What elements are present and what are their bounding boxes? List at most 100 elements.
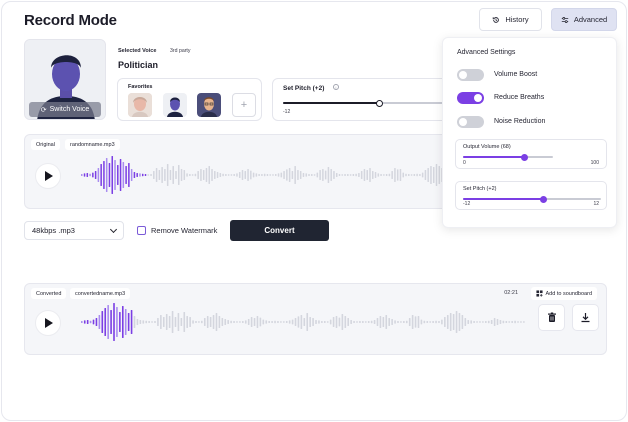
converted-waveform[interactable] [81,302,526,342]
waveform-bar [116,307,118,337]
waveform-bar [374,172,377,178]
waveform-bar [216,172,219,178]
waveform-bar [297,316,300,328]
waveform-bar [379,316,382,328]
waveform-bar [100,164,102,186]
waveform-bar [230,320,232,324]
add-favorite-button[interactable]: + [232,93,256,117]
waveform-bar [291,319,294,325]
advanced-pitch-min: -12 [463,201,471,207]
waveform-bar [405,173,407,177]
favorite-avatar-1[interactable] [128,93,152,117]
waveform-bar [385,174,388,176]
waveform-bar [359,321,361,323]
waveform-bar [119,312,121,332]
waveform-bar [429,321,431,323]
waveform-bar [435,164,438,186]
output-volume-handle[interactable] [520,153,528,161]
waveform-bar [373,320,376,324]
download-button[interactable] [572,304,599,331]
waveform-bar [119,159,122,191]
waveform-bar [402,172,405,178]
waveform-bar [408,318,411,326]
waveform-bar [413,174,416,176]
toggle-row-volume-boost[interactable]: Volume Boost [457,69,607,81]
advanced-button[interactable]: Advanced [551,8,617,31]
waveform-bar [183,312,186,332]
original-play-button[interactable] [35,163,61,189]
waveform-bar [97,168,100,182]
waveform-bar [438,321,440,323]
volume-boost-label: Volume Boost [494,71,538,78]
waveform-bar [470,320,472,324]
output-volume-max: 100 [590,160,599,166]
waveform-bar [419,174,421,176]
advanced-pitch-slider[interactable] [463,195,601,203]
waveform-bar [201,320,203,324]
waveform-bar [344,316,347,328]
waveform-bar [377,173,380,177]
waveform-bar [275,174,277,176]
original-waveform[interactable] [81,155,469,195]
toggle-row-noise-reduction[interactable]: Noise Reduction [457,116,607,128]
waveform-bar [397,321,399,323]
waveform-bar [169,170,172,180]
favorite-avatar-3[interactable] [197,93,221,117]
add-to-soundboard-button[interactable]: Add to soundboard [530,287,597,300]
waveform-bar [247,169,249,181]
download-icon [581,313,590,323]
format-select[interactable]: 48kbps .mp3 [24,221,124,240]
waveform-bar [505,321,508,323]
waveform-bar [400,321,402,323]
waveform-bar [233,174,235,176]
converted-play-button[interactable] [35,310,61,336]
waveform-bar [356,321,358,323]
advanced-label: Advanced [573,15,608,24]
waveform-bar [388,173,391,177]
waveform-bar [107,305,109,339]
waveform-bar [205,168,208,182]
waveform-bar [171,311,174,333]
waveform-bar [191,174,194,176]
waveform-bar [130,169,133,181]
waveform-bar [370,320,373,324]
waveform-bar [350,320,352,324]
waveform-bar [452,314,455,330]
waveform-bar [208,166,211,184]
waveform-bar [288,168,291,182]
waveform-bar [194,173,197,177]
waveform-bar [113,303,115,341]
waveform-bar [326,321,329,323]
reduce-breaths-toggle[interactable] [457,92,484,104]
remove-watermark-checkbox[interactable] [137,226,146,235]
output-volume-slider[interactable] [463,153,553,161]
waveform-bar [122,162,125,188]
waveform-bar [174,317,177,327]
noise-reduction-label: Noise Reduction [494,118,546,125]
refresh-icon: ⟳ [40,106,47,114]
waveform-bar [499,320,502,324]
noise-reduction-toggle[interactable] [457,116,484,128]
waveform-bar [162,317,165,327]
toggle-row-reduce-breaths[interactable]: Reduce Breaths [457,92,607,104]
delete-button[interactable] [538,304,565,331]
waveform-bar [394,320,396,324]
waveform-bar [403,321,405,323]
history-button[interactable]: History [479,8,542,31]
waveform-bar [186,316,188,328]
waveform-bar [335,173,338,177]
waveform-bar [189,174,191,176]
waveform-bar [520,321,522,323]
pitch-slider-handle[interactable] [375,99,383,107]
favorite-avatar-2[interactable] [163,93,187,117]
pitch-slider[interactable] [283,99,448,107]
convert-button[interactable]: Convert [230,220,329,241]
volume-boost-toggle-knob [459,71,467,79]
waveform-bar [432,167,435,183]
waveform-bar [189,317,191,327]
volume-boost-toggle[interactable] [457,69,484,81]
advanced-pitch-handle[interactable] [540,195,547,203]
waveform-bar [177,313,180,331]
switch-voice-button[interactable]: ⟳ Switch Voice [29,102,101,117]
waveform-bar [241,170,244,180]
